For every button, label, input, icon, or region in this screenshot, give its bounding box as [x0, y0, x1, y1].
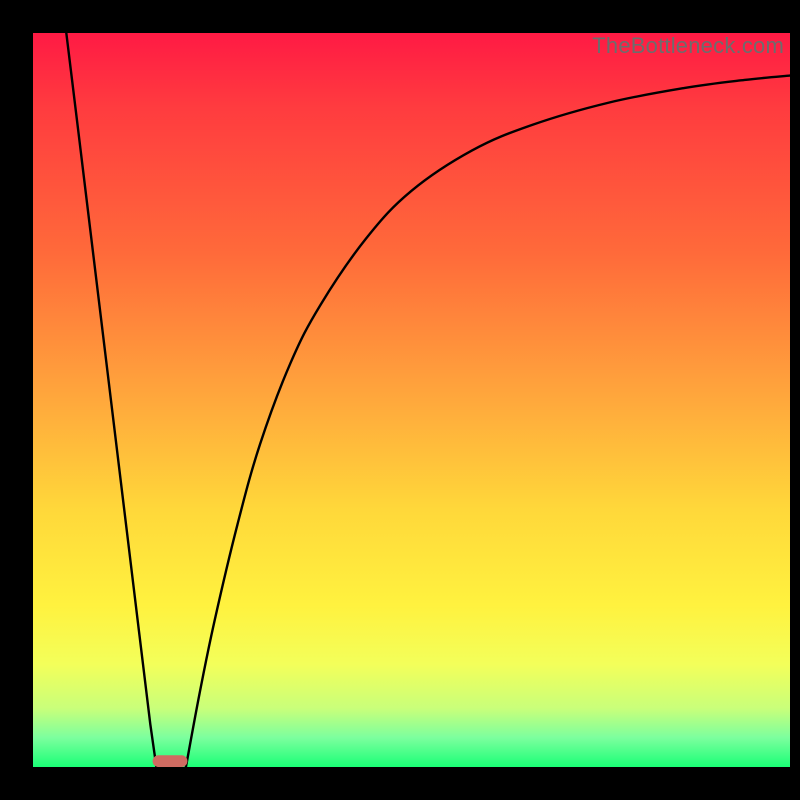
dip-marker: [153, 755, 188, 767]
chart-svg: [33, 33, 790, 767]
plot-area: TheBottleneck.com: [33, 33, 790, 767]
chart-frame: TheBottleneck.com: [0, 0, 800, 800]
curve-right-branch: [186, 76, 790, 767]
curve-left-branch: [66, 33, 156, 767]
